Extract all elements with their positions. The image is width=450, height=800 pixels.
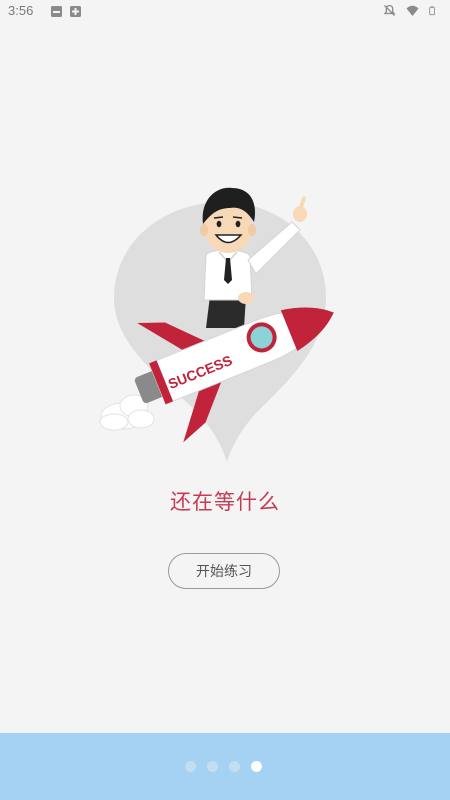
image-icon xyxy=(51,6,62,17)
add-icon xyxy=(70,6,81,17)
headline-text: 还在等什么 xyxy=(170,490,280,514)
page-indicator xyxy=(0,761,448,772)
page-dot-1[interactable] xyxy=(184,761,196,772)
start-practice-button[interactable]: 开始练习 xyxy=(168,553,280,589)
status-icons-left xyxy=(50,5,82,18)
rocket-success-illustration: SUCCESS xyxy=(99,187,335,462)
status-icons-right xyxy=(383,4,438,17)
page-dot-2[interactable] xyxy=(206,761,218,772)
page-dot-3[interactable] xyxy=(228,761,240,772)
status-bar: 3:56 xyxy=(0,0,450,24)
battery-icon xyxy=(429,6,435,16)
notifications-off-icon xyxy=(383,4,396,16)
wifi-icon xyxy=(406,5,419,16)
status-time: 3:56 xyxy=(8,3,34,18)
page-dot-4-active[interactable] xyxy=(250,761,262,772)
